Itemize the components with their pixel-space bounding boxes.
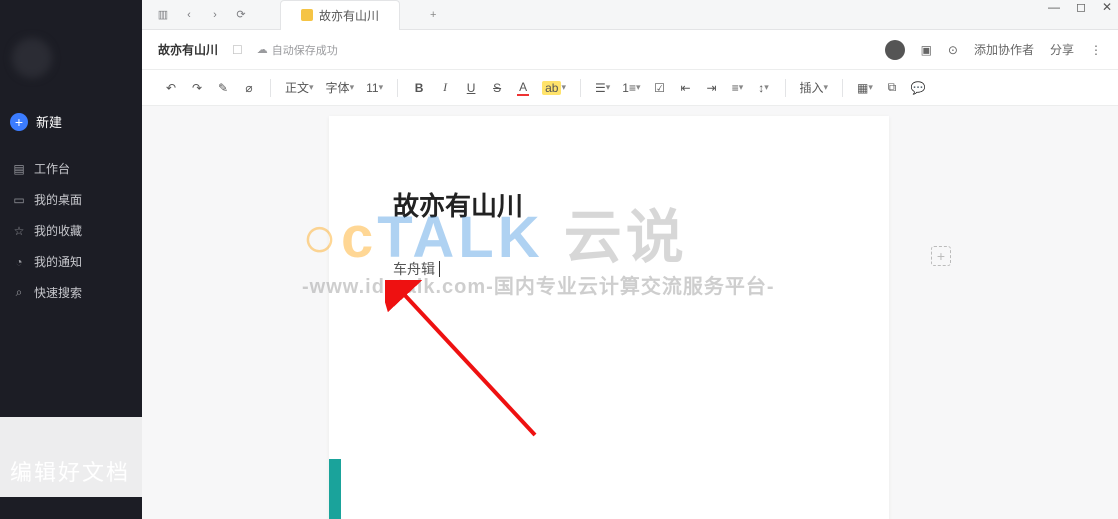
- outdent-button[interactable]: ⇤: [675, 76, 697, 100]
- redo-button[interactable]: ↷: [186, 76, 208, 100]
- close-button[interactable]: ✕: [1102, 0, 1112, 14]
- bookmark-icon[interactable]: ☐: [232, 43, 243, 57]
- plus-icon: +: [10, 113, 28, 131]
- format-toolbar: ↶ ↷ ✎ ⌀ 正文 字体 11 B I U S A ab ☰ 1≡ ☑ ⇤ ⇥…: [142, 70, 1118, 106]
- strikethrough-button[interactable]: S: [486, 76, 508, 100]
- sidebar-item-label: 工作台: [34, 160, 70, 177]
- autosave-status: ☁ 自动保存成功: [257, 42, 338, 58]
- line-spacing-button[interactable]: ↕: [753, 76, 775, 100]
- workspace-icon: ▤: [12, 162, 26, 176]
- sidebar-item-favorites[interactable]: ☆ 我的收藏: [0, 217, 142, 244]
- bold-button[interactable]: B: [408, 76, 430, 100]
- align-button[interactable]: ≡: [727, 76, 749, 100]
- format-painter-button[interactable]: ✎: [212, 76, 234, 100]
- ordered-list-button[interactable]: 1≡: [618, 76, 644, 100]
- new-tab-button[interactable]: +: [430, 9, 436, 21]
- sidebar-toggle-icon[interactable]: ▥: [156, 8, 170, 22]
- sidebar-item-label: 我的收藏: [34, 222, 82, 239]
- present-icon[interactable]: ⊙: [948, 43, 958, 57]
- comment-icon[interactable]: ▣: [921, 43, 932, 57]
- sidebar-item-search[interactable]: ⌕ 快速搜索: [0, 279, 142, 306]
- paragraph-style-dropdown[interactable]: 正文: [281, 76, 318, 100]
- media-button[interactable]: ▦: [853, 76, 877, 100]
- share-button[interactable]: 分享: [1050, 41, 1074, 58]
- minimize-button[interactable]: —: [1048, 0, 1060, 14]
- underline-button[interactable]: U: [460, 76, 482, 100]
- more-icon[interactable]: ⋮: [1090, 43, 1102, 57]
- text-cursor: [435, 261, 440, 277]
- tab-title: 故亦有山川: [319, 7, 379, 24]
- sidebar-item-desktop[interactable]: ▭ 我的桌面: [0, 186, 142, 213]
- bullet-list-button[interactable]: ☰: [591, 76, 614, 100]
- editor-app: ▥ ‹ › ⟳ 故亦有山川 + — ◻ ✕ 故亦有山川 ☐ ☁: [142, 0, 1118, 519]
- search-icon: ⌕: [12, 286, 26, 300]
- undo-button[interactable]: ↶: [160, 76, 182, 100]
- app-sidebar: + 新建 ▤ 工作台 ▭ 我的桌面 ☆ 我的收藏 ◔ 我的通知 ⌕ 快速搜索 编…: [0, 0, 142, 519]
- indent-button[interactable]: ⇥: [701, 76, 723, 100]
- clear-format-button[interactable]: ⌀: [238, 76, 260, 100]
- new-button[interactable]: + 新建: [0, 106, 142, 137]
- user-avatar[interactable]: [885, 40, 905, 60]
- document-title[interactable]: 故亦有山川: [393, 186, 825, 223]
- notice-icon: ◔: [12, 255, 26, 269]
- highlight-button[interactable]: ab: [538, 76, 570, 100]
- insert-dropdown[interactable]: 插入: [796, 76, 833, 100]
- active-tab[interactable]: 故亦有山川: [280, 0, 400, 30]
- font-color-button[interactable]: A: [512, 76, 534, 100]
- caption-text: 编辑好文档: [10, 455, 130, 487]
- document-bar: 故亦有山川 ☐ ☁ 自动保存成功 ▣ ⊙ 添加协作者 分享 ⋮: [142, 30, 1118, 70]
- attachment-button[interactable]: ⧉: [881, 76, 903, 100]
- new-label: 新建: [36, 112, 62, 131]
- doc-title: 故亦有山川: [158, 41, 218, 58]
- window-titlebar: ▥ ‹ › ⟳ 故亦有山川 + — ◻ ✕: [142, 0, 1118, 30]
- back-icon[interactable]: ‹: [182, 8, 196, 22]
- desktop-icon: ▭: [12, 193, 26, 207]
- checklist-button[interactable]: ☑: [649, 76, 671, 100]
- insert-block-button[interactable]: +: [931, 246, 951, 266]
- favorite-icon: ☆: [12, 224, 26, 238]
- doc-icon: [301, 9, 313, 21]
- sidebar-item-notifications[interactable]: ◔ 我的通知: [0, 248, 142, 275]
- font-family-dropdown[interactable]: 字体: [322, 76, 359, 100]
- sidebar-item-label: 快速搜索: [34, 284, 82, 301]
- sidebar-item-label: 我的通知: [34, 253, 82, 270]
- sidebar-item-label: 我的桌面: [34, 191, 82, 208]
- caption-accent: [329, 459, 341, 519]
- avatar[interactable]: [12, 38, 52, 78]
- sidebar-item-workspace[interactable]: ▤ 工作台: [0, 155, 142, 182]
- comment-button[interactable]: 💬: [907, 76, 930, 100]
- font-size-dropdown[interactable]: 11: [362, 76, 387, 100]
- document-page[interactable]: 故亦有山川 车舟辑 +: [329, 116, 889, 519]
- reload-icon[interactable]: ⟳: [234, 8, 248, 22]
- italic-button[interactable]: I: [434, 76, 456, 100]
- editor-canvas[interactable]: 故亦有山川 车舟辑 + ○cTALK 云说 -www.idctalk.com-国…: [142, 106, 1118, 519]
- document-body[interactable]: 车舟辑: [393, 259, 825, 279]
- add-collaborator-button[interactable]: 添加协作者: [974, 41, 1034, 58]
- cloud-icon: ☁: [257, 43, 268, 56]
- maximize-button[interactable]: ◻: [1076, 0, 1086, 14]
- forward-icon[interactable]: ›: [208, 8, 222, 22]
